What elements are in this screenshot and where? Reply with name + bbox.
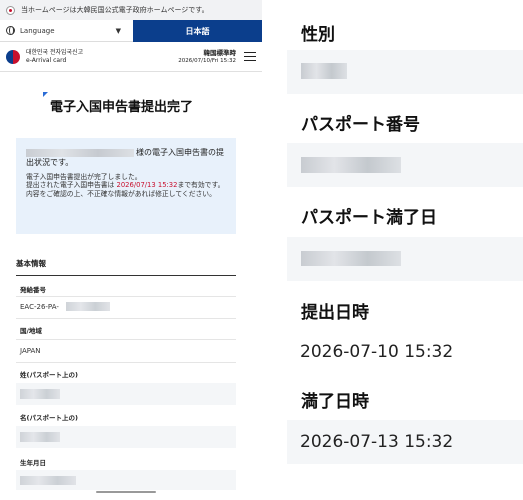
submission-notice: 様の電子入国申告書の提出状況です。 電子入国申告書提出が完了しました。 提出され…	[16, 138, 236, 234]
country-label: 国/地域	[20, 327, 42, 335]
taegeuk-logo-icon	[6, 49, 20, 64]
given-name-label: 名(パスポート上の)	[20, 414, 78, 422]
issue-number-label: 発給番号	[20, 286, 46, 294]
dob-label: 生年月日	[20, 459, 46, 467]
site-header: 대한민국 전자입국신고 e-Arrival card 韓国標準時 2026/07…	[0, 42, 262, 72]
gov-banner-text: 当ホームページは大韓民国公式電子政府ホームページです。	[21, 6, 209, 14]
kst-clock: 韓国標準時 2026/07/10/Fri 15:32	[178, 49, 236, 65]
home-indicator	[96, 491, 156, 493]
gender-label: 性別	[301, 25, 335, 45]
divider	[16, 318, 236, 319]
korea-flag-icon	[6, 5, 15, 15]
language-select[interactable]: Language ▼	[0, 20, 133, 42]
brand-english: e-Arrival card	[26, 56, 67, 64]
divider	[16, 339, 236, 340]
issue-number-value: EAC-26-PA-	[20, 303, 59, 311]
notice-body-part1: 提出された電子入国申告書は	[26, 181, 117, 190]
kst-datetime: 2026/07/10/Fri 15:32	[178, 57, 236, 64]
passport-expiry-label: パスポート満了日	[301, 208, 437, 228]
redacted-name	[26, 148, 134, 157]
divider	[16, 362, 236, 363]
basic-info-heading: 基本情報	[16, 258, 236, 276]
submitted-at-label: 提出日時	[301, 303, 369, 323]
expiry-at-value: 2026-07-13 15:32	[300, 432, 454, 452]
globe-icon	[6, 26, 15, 35]
redacted-given-name	[20, 432, 60, 442]
issue-number-prefix: EAC-26-PA-	[20, 303, 59, 311]
gov-banner: 当ホームページは大韓民国公式電子政府ホームページです。	[0, 0, 262, 20]
left-screen: 当ホームページは大韓民国公式電子政府ホームページです。 Language ▼ 日…	[0, 0, 262, 500]
redacted-passport-expiry	[301, 251, 401, 266]
divider	[16, 296, 236, 297]
notice-body: 電子入国申告書提出が完了しました。 提出された電子入国申告書は 2026/07/…	[26, 173, 226, 198]
brand-logo[interactable]: 대한민국 전자입국신고 e-Arrival card	[26, 49, 83, 65]
page-title: 電子入国申告書提出完了	[50, 100, 194, 115]
expiry-at-label: 満了日時	[301, 392, 369, 412]
passport-number-label: パスポート番号	[301, 115, 420, 135]
language-label: Language	[20, 26, 55, 35]
redacted-gender	[301, 63, 347, 79]
kst-label: 韓国標準時	[203, 48, 237, 57]
chevron-down-icon: ▼	[115, 26, 121, 35]
title-accent-icon	[43, 92, 48, 97]
submitted-at-value: 2026-07-10 15:32	[300, 342, 454, 362]
notice-heading: 様の電子入国申告書の提出状況です。	[26, 148, 226, 168]
brand-korean: 대한민국 전자입국신고	[26, 48, 84, 56]
redacted-surname	[20, 389, 60, 399]
surname-label: 姓(パスポート上の)	[20, 371, 78, 379]
hamburger-menu-icon[interactable]	[244, 49, 256, 64]
redacted-passport-number	[301, 157, 401, 173]
current-language[interactable]: 日本語	[133, 20, 262, 42]
language-bar: Language ▼ 日本語	[0, 20, 262, 42]
redacted-issue-number	[66, 302, 110, 311]
country-value: JAPAN	[20, 347, 41, 355]
notice-valid-until: 2026/07/13 15:32	[116, 181, 178, 190]
right-screen: 性別 パスポート番号 パスポート満了日 提出日時 2026-07-10 15:3…	[287, 0, 523, 500]
redacted-dob	[20, 476, 76, 485]
